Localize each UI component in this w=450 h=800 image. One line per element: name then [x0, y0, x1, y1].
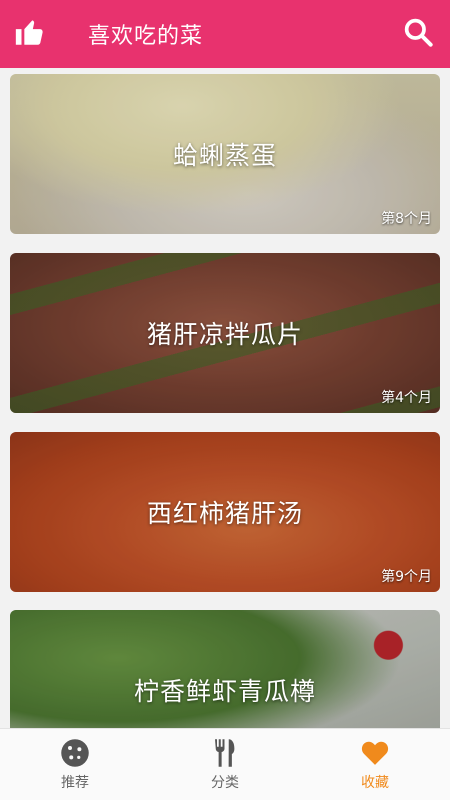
recipe-card[interactable]: 西红柿猪肝汤 第9个月	[10, 432, 440, 592]
tab-label: 收藏	[361, 774, 389, 791]
recipe-month: 第9个月	[381, 569, 432, 585]
recipe-month: 第4个月	[381, 390, 432, 406]
recipe-name: 柠香鲜虾青瓜樽	[133, 677, 316, 706]
tab-recommend[interactable]: 推荐	[0, 729, 150, 800]
cookie-icon	[60, 738, 90, 768]
like-button[interactable]	[0, 0, 60, 68]
tab-favorites[interactable]: 收藏	[300, 729, 450, 800]
app-header: 喜欢吃的菜	[0, 0, 450, 68]
search-icon	[402, 16, 434, 52]
heart-icon	[360, 738, 390, 768]
recipe-card[interactable]: 猪肝凉拌瓜片 第4个月	[10, 253, 440, 413]
bottom-tab-bar: 推荐 分类 收藏	[0, 728, 450, 800]
recipe-month: 第8个月	[381, 211, 432, 227]
favorites-list[interactable]: 蛤蜊蒸蛋 第8个月 猪肝凉拌瓜片 第4个月 西红柿猪肝汤 第9个月 柠香鲜虾青瓜…	[0, 68, 450, 728]
recipe-card[interactable]: 柠香鲜虾青瓜樽	[10, 610, 440, 728]
tab-label: 推荐	[61, 774, 89, 791]
recipe-card[interactable]: 蛤蜊蒸蛋 第8个月	[10, 74, 440, 234]
recipe-name: 西红柿猪肝汤	[146, 499, 303, 528]
tab-label: 分类	[211, 774, 239, 791]
thumbs-up-icon	[13, 15, 47, 53]
utensils-icon	[210, 738, 240, 768]
search-button[interactable]	[400, 16, 436, 52]
recipe-name: 猪肝凉拌瓜片	[146, 320, 303, 349]
tab-category[interactable]: 分类	[150, 729, 300, 800]
page-title: 喜欢吃的菜	[88, 24, 204, 49]
recipe-name: 蛤蜊蒸蛋	[172, 141, 277, 170]
